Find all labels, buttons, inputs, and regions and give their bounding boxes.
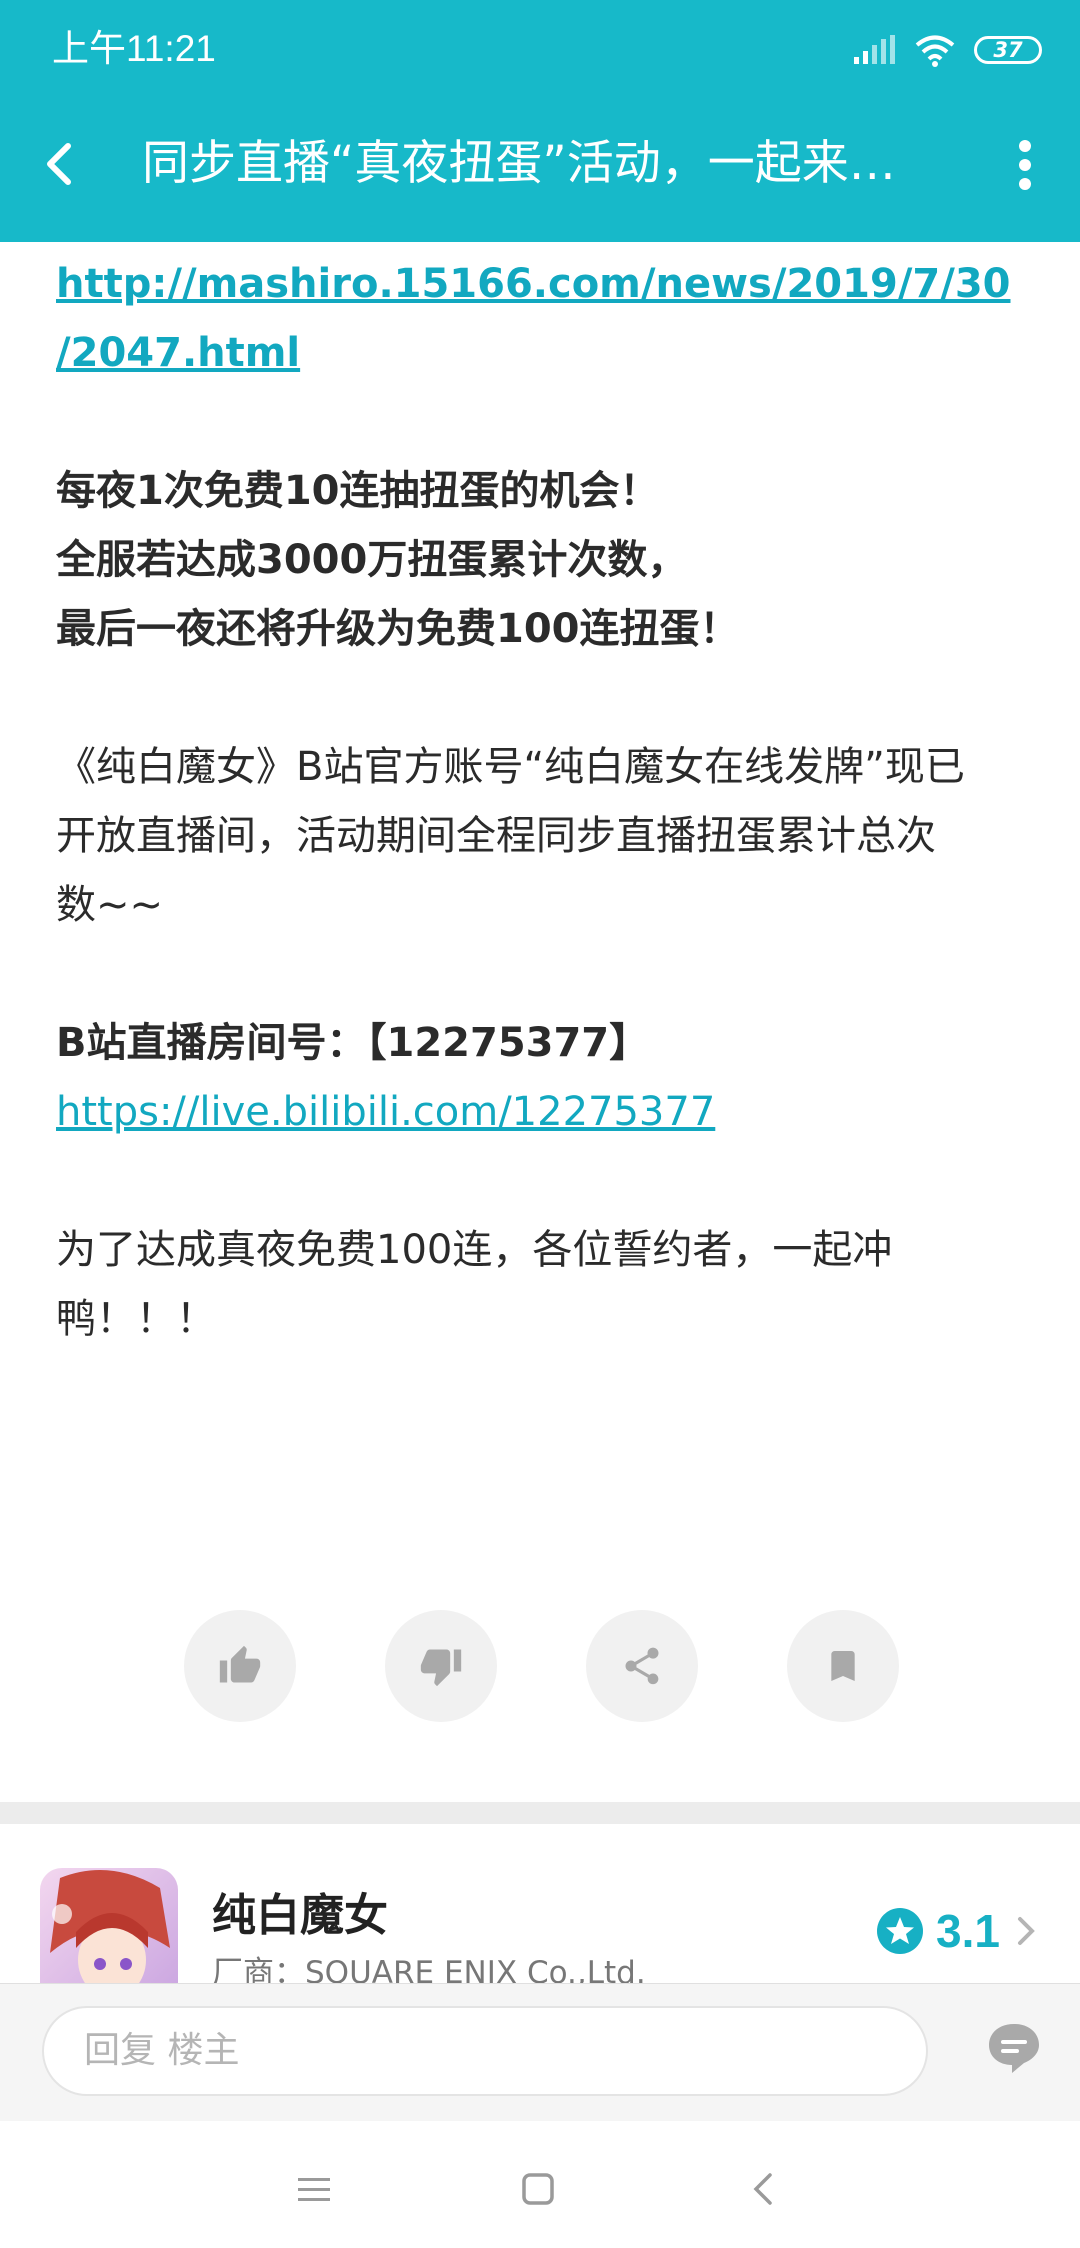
section-divider	[0, 1802, 1080, 1824]
event-line-1: 每夜1次免费10连抽扭蛋的机会！	[56, 468, 660, 514]
closing-line-2: 鸭！！！	[56, 1296, 216, 1342]
system-back-button[interactable]	[734, 2159, 794, 2219]
event-line-3: 最后一夜还将升级为免费100连扭蛋！	[56, 606, 740, 652]
game-card[interactable]: 纯白魔女 厂商：SQUARE ENIX Co.,Ltd. 3.1	[0, 1824, 1080, 1984]
chevron-right-icon	[1018, 1917, 1035, 1945]
reply-bar: 回复 楼主	[0, 1983, 1080, 2122]
recents-button[interactable]	[284, 2159, 344, 2219]
page-title: 同步直播“真夜扭蛋”活动，一起来…	[142, 136, 896, 191]
bookmark-icon	[831, 1651, 855, 1681]
live-room-link[interactable]: https://live.bilibili.com/12275377	[56, 1089, 715, 1135]
bookmark-button[interactable]	[787, 1610, 899, 1722]
article-body: http://mashiro.15166.com/news/2019/7/30 …	[56, 250, 1026, 1354]
paragraph-line-2: 开放直播间，活动期间全程同步直播扭蛋累计总次	[56, 813, 936, 859]
reply-input[interactable]: 回复 楼主	[42, 2006, 928, 2096]
news-link-continued[interactable]: /2047.html	[56, 330, 300, 376]
more-options-button[interactable]	[1000, 124, 1050, 204]
game-name: 纯白魔女	[212, 1890, 388, 1941]
home-button[interactable]	[508, 2159, 568, 2219]
wifi-icon	[915, 35, 955, 67]
event-line-2: 全服若达成3000万扭蛋累计次数，	[56, 537, 688, 583]
system-nav-bar	[0, 2121, 1080, 2248]
chevron-left-icon	[47, 143, 71, 185]
comment-icon	[989, 2024, 1039, 2073]
battery-level: 37	[993, 38, 1023, 62]
paragraph-line-1: 《纯白魔女》B站官方账号“纯白魔女在线发牌”现已	[56, 744, 965, 790]
status-icons: 37	[852, 28, 1042, 72]
post-actions	[0, 1610, 1080, 1722]
thumbs-down-icon	[420, 1649, 462, 1687]
like-button[interactable]	[184, 1610, 296, 1722]
menu-icon	[298, 2178, 330, 2201]
game-thumbnail	[40, 1868, 178, 1984]
battery-indicator: 37	[974, 36, 1042, 64]
news-link[interactable]: http://mashiro.15166.com/news/2019/7/30	[56, 261, 1011, 307]
share-icon	[625, 1647, 659, 1685]
app-header: 上午11:21 37 同步直播“真夜扭蛋”活动，一起来…	[0, 0, 1080, 242]
room-number: B站直播房间号：【12275377】	[56, 1020, 650, 1066]
signal-icon	[854, 35, 895, 64]
status-time: 上午11:21	[52, 28, 216, 69]
comment-button[interactable]	[984, 2018, 1044, 2078]
game-rating: 3.1	[876, 1904, 1040, 1958]
star-icon	[877, 1908, 924, 1954]
dislike-button[interactable]	[385, 1610, 497, 1722]
home-square-icon	[522, 2173, 554, 2205]
paragraph-line-3: 数~~	[56, 882, 164, 928]
thumbs-up-icon	[219, 1645, 261, 1683]
back-arrow-icon	[753, 2173, 772, 2205]
share-button[interactable]	[586, 1610, 698, 1722]
rating-value: 3.1	[936, 1905, 1000, 1957]
game-vendor: 厂商：SQUARE ENIX Co.,Ltd.	[212, 1955, 646, 1984]
more-vertical-icon	[1019, 140, 1031, 190]
back-button[interactable]	[30, 124, 90, 204]
closing-line-1: 为了达成真夜免费100连，各位誓约者，一起冲	[56, 1227, 893, 1273]
